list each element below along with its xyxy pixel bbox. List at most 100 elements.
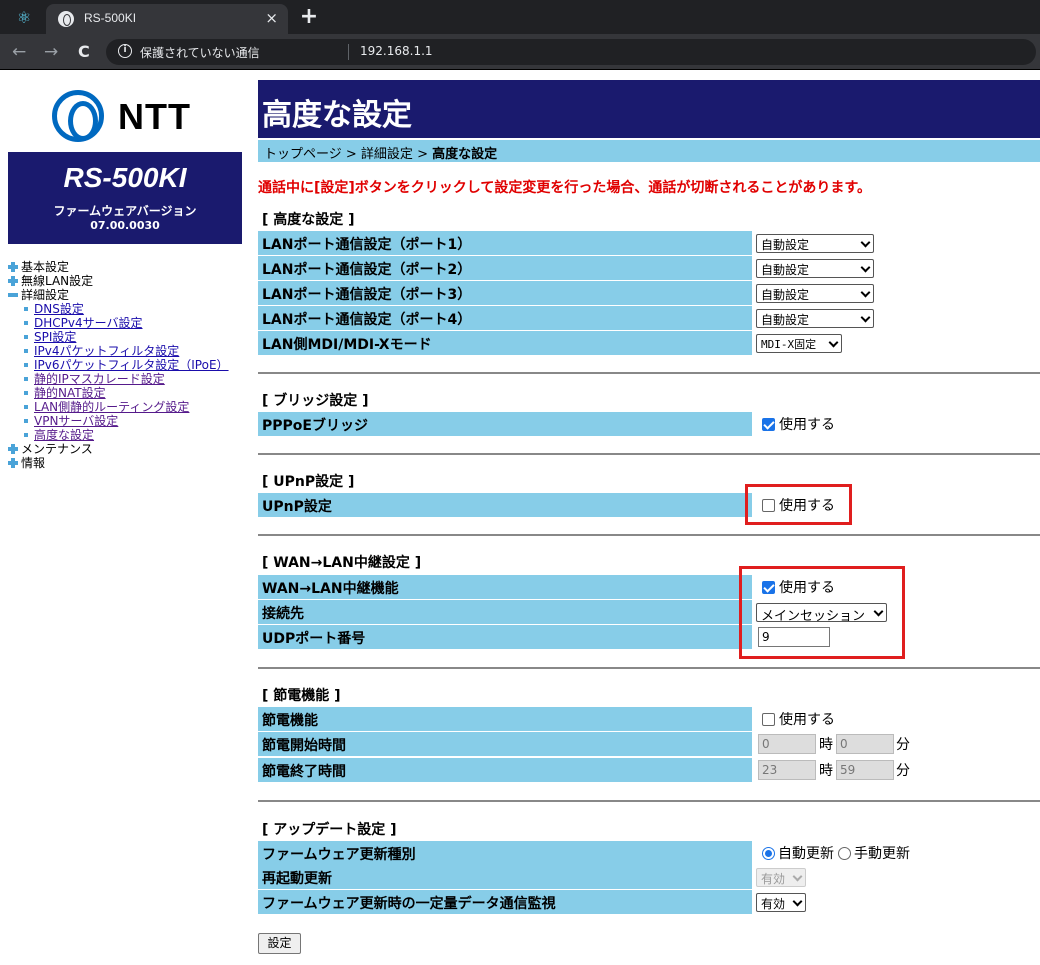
tab-title: RS-500KI — [84, 11, 137, 25]
menu-info[interactable]: 情報 — [8, 456, 229, 470]
section-heading-power: [ 節電機能 ] — [262, 688, 341, 704]
row-label: UDPポート番号 — [258, 625, 752, 649]
row-power-saving: 節電機能 使用する — [258, 707, 1040, 731]
chevron-down-icon — [860, 312, 871, 322]
url-text[interactable]: 192.168.1.1 — [360, 44, 433, 58]
menu-detail-label: 詳細設定 — [21, 288, 70, 302]
menu-dns[interactable]: DNS設定 — [8, 302, 229, 316]
page-title: 高度な設定 — [258, 80, 1040, 138]
select-value: 自動設定 — [761, 262, 810, 277]
row-label: LAN側MDI/MDI-Xモード — [258, 331, 752, 355]
row-label: ファームウェア更新時の一定量データ通信監視 — [258, 890, 752, 914]
section-heading-wan-relay: [ WAN→LAN中継設定 ] — [262, 555, 422, 571]
row-label: LANポート通信設定（ポート4） — [258, 306, 752, 330]
menu-advanced[interactable]: 高度な設定 — [8, 428, 229, 442]
browser-tab[interactable]: RS-500KI × — [46, 4, 288, 34]
menu-static-masquerade-link[interactable]: 静的IPマスカレード設定 — [34, 372, 165, 386]
menu-vpn[interactable]: VPNサーバ設定 — [8, 414, 229, 428]
menu-spi[interactable]: SPI設定 — [8, 330, 229, 344]
end-hour-input[interactable]: 23 — [758, 760, 816, 780]
menu-static-masquerade[interactable]: 静的IPマスカレード設定 — [8, 372, 229, 386]
hour-unit: 時 — [819, 763, 833, 779]
forward-arrow-icon[interactable]: → — [44, 42, 58, 62]
section-heading-bridge: [ ブリッジ設定 ] — [262, 393, 369, 409]
menu-ipv4-filter[interactable]: IPv4パケットフィルタ設定 — [8, 344, 229, 358]
chevron-down-icon — [860, 237, 871, 247]
menu-lan-routing-link[interactable]: LAN側静的ルーティング設定 — [34, 400, 189, 414]
menu-lan-routing[interactable]: LAN側静的ルーティング設定 — [8, 400, 229, 414]
expand-icon — [8, 262, 18, 272]
back-arrow-icon[interactable]: ← — [12, 42, 26, 62]
menu-vpn-link[interactable]: VPNサーバ設定 — [34, 414, 118, 428]
row-label: ファームウェア更新種別 — [258, 841, 752, 865]
address-bar-area: ← → C i 保護されていない通信 192.168.1.1 — [0, 34, 1040, 70]
firmware-label: ファームウェアバージョン — [53, 204, 197, 218]
bullet-icon — [24, 307, 28, 311]
menu-detail[interactable]: 詳細設定 — [8, 288, 229, 302]
menu-basic[interactable]: 基本設定 — [8, 260, 229, 274]
reload-icon[interactable]: C — [78, 42, 90, 61]
expand-icon — [8, 276, 18, 286]
manual-update-radio[interactable] — [838, 846, 851, 860]
menu-wireless[interactable]: 無線LAN設定 — [8, 274, 229, 288]
brand-name: NTT — [118, 96, 191, 137]
data-monitor-select[interactable]: 有効 — [756, 892, 806, 912]
row-lan-port-1: LANポート通信設定（ポート1） 自動設定 — [258, 231, 1040, 255]
info-icon[interactable]: i — [118, 44, 132, 58]
row-label: PPPoEブリッジ — [258, 412, 752, 436]
react-devtools-icon[interactable]: ⚛ — [14, 8, 34, 28]
highlight-box-wan-relay — [739, 566, 905, 659]
select-value: 自動設定 — [761, 287, 810, 302]
menu-dhcp-link[interactable]: DHCPv4サーバ設定 — [34, 316, 143, 330]
close-tab-icon[interactable]: × — [265, 9, 278, 27]
menu-static-nat-link[interactable]: 静的NAT設定 — [34, 386, 106, 400]
end-minute-input[interactable]: 59 — [836, 760, 894, 780]
lan-port-3-select[interactable]: 自動設定 — [756, 283, 874, 303]
auto-update-radio[interactable] — [762, 846, 775, 860]
menu-ipv6-filter[interactable]: IPv6パケットフィルタ設定（IPoE） — [8, 358, 229, 372]
menu-static-nat[interactable]: 静的NAT設定 — [8, 386, 229, 400]
sidebar-menu: 基本設定 無線LAN設定 詳細設定 DNS設定 DHCPv4サーバ設定 SPI設… — [8, 260, 229, 470]
bullet-icon — [24, 321, 28, 325]
menu-maintenance[interactable]: メンテナンス — [8, 442, 229, 456]
row-lan-port-2: LANポート通信設定（ポート2） 自動設定 — [258, 256, 1040, 280]
lan-port-4-select[interactable]: 自動設定 — [756, 308, 874, 328]
menu-ipv4-filter-link[interactable]: IPv4パケットフィルタ設定 — [34, 344, 179, 358]
mdi-mode-select[interactable]: MDI-X固定 — [756, 333, 842, 353]
new-tab-button[interactable]: + — [298, 4, 320, 29]
model-name: RS-500KI — [63, 162, 187, 193]
row-destination: 接続先 メインセッション — [258, 600, 1040, 624]
menu-dns-link[interactable]: DNS設定 — [34, 302, 84, 316]
menu-advanced-link[interactable]: 高度な設定 — [34, 428, 94, 442]
bullet-icon — [24, 363, 28, 367]
globe-icon — [58, 11, 74, 27]
divider — [258, 800, 1040, 802]
menu-ipv6-filter-link[interactable]: IPv6パケットフィルタ設定（IPoE） — [34, 358, 229, 372]
bullet-icon — [24, 405, 28, 409]
lan-port-2-select[interactable]: 自動設定 — [756, 258, 874, 278]
start-minute-input[interactable]: 0 — [836, 734, 894, 754]
omnibox[interactable]: i 保護されていない通信 192.168.1.1 — [106, 39, 1036, 65]
breadcrumb-top: トップページ — [264, 147, 342, 162]
reboot-update-select[interactable]: 有効 — [756, 867, 806, 887]
bullet-icon — [24, 335, 28, 339]
expand-icon — [8, 444, 18, 454]
row-lan-port-4: LANポート通信設定（ポート4） 自動設定 — [258, 306, 1040, 330]
breadcrumb: トップページ > 詳細設定 > 高度な設定 — [258, 140, 1040, 162]
bullet-icon — [24, 419, 28, 423]
pppoe-bridge-checkbox[interactable] — [762, 417, 775, 431]
highlight-box-upnp — [745, 484, 852, 525]
divider — [258, 667, 1040, 669]
row-update-type: ファームウェア更新種別 自動更新 手動更新 — [258, 841, 1040, 865]
submit-button[interactable]: 設定 — [258, 933, 301, 954]
lan-port-1-select[interactable]: 自動設定 — [756, 233, 874, 253]
power-saving-checkbox[interactable] — [762, 712, 775, 726]
row-pppoe-bridge: PPPoEブリッジ 使用する — [258, 412, 1040, 436]
start-hour-input[interactable]: 0 — [758, 734, 816, 754]
chevron-down-icon — [792, 896, 803, 906]
menu-dhcp[interactable]: DHCPv4サーバ設定 — [8, 316, 229, 330]
menu-spi-link[interactable]: SPI設定 — [34, 330, 76, 344]
browser-tab-bar: ⚛ RS-500KI × + — [0, 0, 1040, 34]
breadcrumb-sep: > — [341, 147, 361, 162]
row-label: LANポート通信設定（ポート3） — [258, 281, 752, 305]
